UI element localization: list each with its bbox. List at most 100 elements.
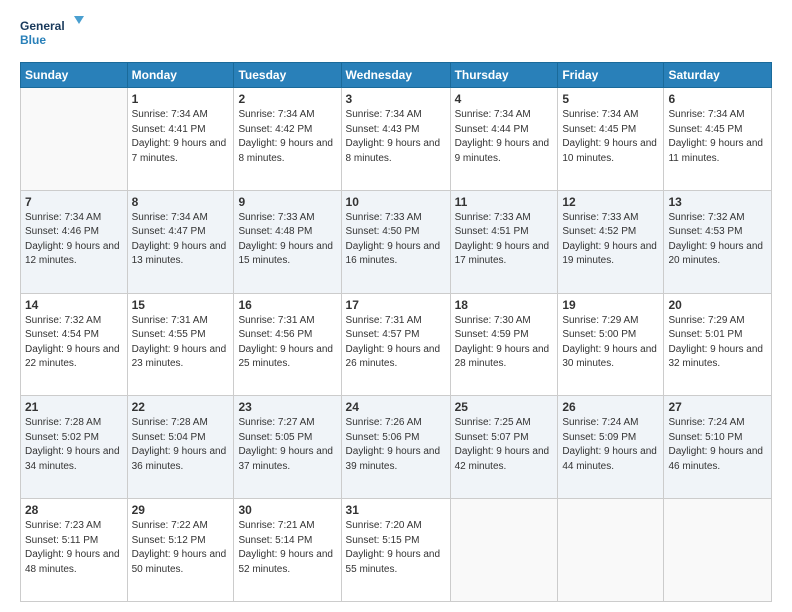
day-info: Sunrise: 7:34 AMSunset: 4:45 PMDaylight:… (668, 108, 767, 166)
day-number: 19 (562, 298, 659, 312)
day-cell: 16 Sunrise: 7:31 AMSunset: 4:56 PMDayligh… (234, 293, 341, 396)
day-info: Sunrise: 7:32 AMSunset: 4:53 PMDaylight:… (668, 211, 767, 269)
day-info: Sunrise: 7:34 AMSunset: 4:44 PMDaylight:… (455, 108, 554, 166)
day-info: Sunrise: 7:22 AMSunset: 5:12 PMDaylight:… (132, 519, 230, 577)
day-cell: 23 Sunrise: 7:27 AMSunset: 5:05 PMDayligh… (234, 396, 341, 499)
day-info: Sunrise: 7:20 AMSunset: 5:15 PMDaylight:… (346, 519, 446, 577)
day-cell: 22Sunrise: 7:28 AMSunset: 5:04 PMDayligh… (127, 396, 234, 499)
day-cell (450, 499, 558, 602)
calendar-table: SundayMondayTuesdayWednesdayThursdayFrid… (20, 62, 772, 602)
day-info: Sunrise: 7:31 AMSunset: 4:57 PMDaylight:… (346, 314, 446, 372)
day-cell: 5 Sunrise: 7:34 AMSunset: 4:45 PMDaylight… (558, 88, 664, 191)
day-number: 26 (562, 400, 659, 414)
svg-text:Blue: Blue (20, 33, 46, 47)
day-number: 2 (238, 92, 336, 106)
day-number: 7 (25, 195, 123, 209)
day-number: 25 (455, 400, 554, 414)
day-number: 29 (132, 503, 230, 517)
day-number: 5 (562, 92, 659, 106)
day-cell: 25 Sunrise: 7:25 AMSunset: 5:07 PMDayligh… (450, 396, 558, 499)
day-cell: 3 Sunrise: 7:34 AMSunset: 4:43 PMDaylight… (341, 88, 450, 191)
day-number: 17 (346, 298, 446, 312)
week-row-5: 28 Sunrise: 7:23 AMSunset: 5:11 PMDayligh… (21, 499, 772, 602)
day-cell: 6 Sunrise: 7:34 AMSunset: 4:45 PMDaylight… (664, 88, 772, 191)
day-number: 11 (455, 195, 554, 209)
weekday-header-tuesday: Tuesday (234, 63, 341, 88)
day-info: Sunrise: 7:29 AMSunset: 5:01 PMDaylight:… (668, 314, 767, 372)
day-cell: 24Sunrise: 7:26 AMSunset: 5:06 PMDayligh… (341, 396, 450, 499)
day-info: Sunrise: 7:24 AMSunset: 5:09 PMDaylight:… (562, 416, 659, 474)
day-cell: 20Sunrise: 7:29 AMSunset: 5:01 PMDayligh… (664, 293, 772, 396)
day-number: 15 (132, 298, 230, 312)
day-info: Sunrise: 7:23 AMSunset: 5:11 PMDaylight:… (25, 519, 123, 577)
day-info: Sunrise: 7:33 AMSunset: 4:48 PMDaylight:… (238, 211, 336, 269)
day-cell: 7 Sunrise: 7:34 AMSunset: 4:46 PMDaylight… (21, 190, 128, 293)
day-cell (21, 88, 128, 191)
day-number: 6 (668, 92, 767, 106)
weekday-header-sunday: Sunday (21, 63, 128, 88)
day-info: Sunrise: 7:21 AMSunset: 5:14 PMDaylight:… (238, 519, 336, 577)
day-info: Sunrise: 7:32 AMSunset: 4:54 PMDaylight:… (25, 314, 123, 372)
day-info: Sunrise: 7:34 AMSunset: 4:45 PMDaylight:… (562, 108, 659, 166)
day-info: Sunrise: 7:34 AMSunset: 4:43 PMDaylight:… (346, 108, 446, 166)
day-number: 9 (238, 195, 336, 209)
day-cell: 18 Sunrise: 7:30 AMSunset: 4:59 PMDayligh… (450, 293, 558, 396)
day-info: Sunrise: 7:28 AMSunset: 5:02 PMDaylight:… (25, 416, 123, 474)
day-cell (558, 499, 664, 602)
day-cell: 14Sunrise: 7:32 AMSunset: 4:54 PMDayligh… (21, 293, 128, 396)
day-info: Sunrise: 7:31 AMSunset: 4:56 PMDaylight:… (238, 314, 336, 372)
day-cell: 8 Sunrise: 7:34 AMSunset: 4:47 PMDaylight… (127, 190, 234, 293)
day-cell: 9 Sunrise: 7:33 AMSunset: 4:48 PMDaylight… (234, 190, 341, 293)
logo-icon: General Blue (20, 16, 88, 52)
day-info: Sunrise: 7:34 AMSunset: 4:47 PMDaylight:… (132, 211, 230, 269)
day-number: 24 (346, 400, 446, 414)
day-number: 10 (346, 195, 446, 209)
day-info: Sunrise: 7:31 AMSunset: 4:55 PMDaylight:… (132, 314, 230, 372)
day-number: 16 (238, 298, 336, 312)
day-number: 8 (132, 195, 230, 209)
week-row-3: 14Sunrise: 7:32 AMSunset: 4:54 PMDayligh… (21, 293, 772, 396)
week-row-4: 21 Sunrise: 7:28 AMSunset: 5:02 PMDayligh… (21, 396, 772, 499)
day-info: Sunrise: 7:30 AMSunset: 4:59 PMDaylight:… (455, 314, 554, 372)
day-info: Sunrise: 7:33 AMSunset: 4:50 PMDaylight:… (346, 211, 446, 269)
day-info: Sunrise: 7:34 AMSunset: 4:46 PMDaylight:… (25, 211, 123, 269)
day-cell: 11 Sunrise: 7:33 AMSunset: 4:51 PMDayligh… (450, 190, 558, 293)
day-info: Sunrise: 7:29 AMSunset: 5:00 PMDaylight:… (562, 314, 659, 372)
day-info: Sunrise: 7:25 AMSunset: 5:07 PMDaylight:… (455, 416, 554, 474)
day-cell: 31Sunrise: 7:20 AMSunset: 5:15 PMDayligh… (341, 499, 450, 602)
logo: General Blue (20, 16, 88, 52)
day-number: 28 (25, 503, 123, 517)
weekday-header-saturday: Saturday (664, 63, 772, 88)
day-cell: 19 Sunrise: 7:29 AMSunset: 5:00 PMDayligh… (558, 293, 664, 396)
day-cell: 29 Sunrise: 7:22 AMSunset: 5:12 PMDayligh… (127, 499, 234, 602)
day-info: Sunrise: 7:27 AMSunset: 5:05 PMDaylight:… (238, 416, 336, 474)
day-cell: 26 Sunrise: 7:24 AMSunset: 5:09 PMDayligh… (558, 396, 664, 499)
week-row-1: 1 Sunrise: 7:34 AMSunset: 4:41 PMDaylight… (21, 88, 772, 191)
day-cell: 30Sunrise: 7:21 AMSunset: 5:14 PMDayligh… (234, 499, 341, 602)
day-number: 23 (238, 400, 336, 414)
day-cell: 1 Sunrise: 7:34 AMSunset: 4:41 PMDaylight… (127, 88, 234, 191)
day-cell: 21 Sunrise: 7:28 AMSunset: 5:02 PMDayligh… (21, 396, 128, 499)
week-row-2: 7 Sunrise: 7:34 AMSunset: 4:46 PMDaylight… (21, 190, 772, 293)
day-number: 13 (668, 195, 767, 209)
header: General Blue (20, 16, 772, 52)
page: General Blue SundayMondayTuesdayWednesda… (0, 0, 792, 612)
day-info: Sunrise: 7:24 AMSunset: 5:10 PMDaylight:… (668, 416, 767, 474)
day-number: 18 (455, 298, 554, 312)
day-cell: 4Sunrise: 7:34 AMSunset: 4:44 PMDaylight… (450, 88, 558, 191)
svg-text:General: General (20, 19, 65, 33)
day-number: 21 (25, 400, 123, 414)
weekday-header-thursday: Thursday (450, 63, 558, 88)
day-cell: 28 Sunrise: 7:23 AMSunset: 5:11 PMDayligh… (21, 499, 128, 602)
day-cell: 13 Sunrise: 7:32 AMSunset: 4:53 PMDayligh… (664, 190, 772, 293)
day-info: Sunrise: 7:34 AMSunset: 4:41 PMDaylight:… (132, 108, 230, 166)
weekday-header-monday: Monday (127, 63, 234, 88)
day-number: 3 (346, 92, 446, 106)
day-number: 1 (132, 92, 230, 106)
day-number: 12 (562, 195, 659, 209)
weekday-header-row: SundayMondayTuesdayWednesdayThursdayFrid… (21, 63, 772, 88)
day-number: 22 (132, 400, 230, 414)
day-info: Sunrise: 7:33 AMSunset: 4:51 PMDaylight:… (455, 211, 554, 269)
day-cell (664, 499, 772, 602)
day-cell: 27Sunrise: 7:24 AMSunset: 5:10 PMDayligh… (664, 396, 772, 499)
